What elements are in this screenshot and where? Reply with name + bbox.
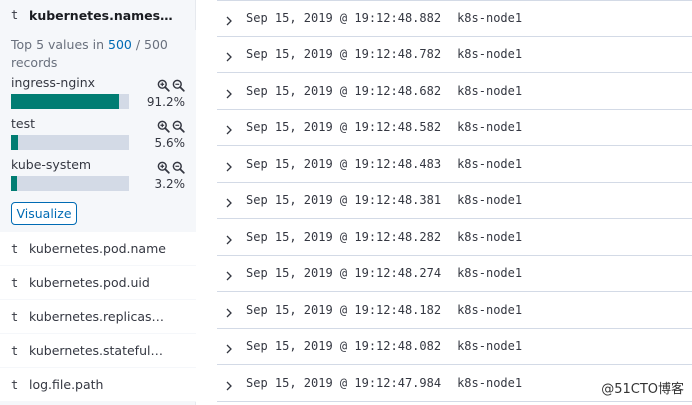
top-value-row: ingress-nginx 91.2%	[11, 75, 185, 113]
string-type-icon: t	[11, 309, 19, 324]
records-label: records	[11, 55, 58, 70]
chevron-right-icon[interactable]	[224, 377, 236, 391]
timestamp-cell: Sep 15, 2019 @ 19:12:48.274	[246, 266, 442, 281]
field-details-panel: Top 5 values in 500 / 500 records ingress…	[0, 30, 196, 232]
zoom-out-icon[interactable]	[172, 118, 185, 133]
value-percent: 3.2%	[154, 177, 186, 191]
table-row: Sep 15, 2019 @ 19:12:48.483 k8s-node1	[217, 146, 692, 183]
chevron-right-icon[interactable]	[224, 158, 236, 172]
timestamp-cell: Sep 15, 2019 @ 19:12:48.582	[246, 120, 442, 135]
value-percent: 91.2%	[146, 95, 185, 109]
host-cell: k8s-node1	[457, 339, 523, 354]
top-value-name: kube-system	[11, 157, 92, 172]
watermark: @51CTO博客	[599, 378, 686, 397]
sample-count: 500	[108, 37, 132, 52]
field-name: kubernetes.pod.name	[29, 241, 166, 256]
host-cell: k8s-node1	[457, 302, 523, 317]
value-progress-fill	[11, 135, 18, 150]
chevron-right-icon[interactable]	[224, 85, 236, 99]
field-list-item[interactable]: t log.file.path	[0, 368, 196, 402]
field-name: log.file.path	[29, 377, 104, 392]
timestamp-cell: Sep 15, 2019 @ 19:12:48.782	[246, 47, 442, 62]
table-row: Sep 15, 2019 @ 19:12:48.582 k8s-node1	[217, 110, 692, 146]
chevron-right-icon[interactable]	[224, 231, 236, 245]
chevron-right-icon[interactable]	[224, 267, 236, 281]
filter-icons	[157, 77, 185, 92]
field-list: t kubernetes.pod.name t kubernetes.pod.uid t…	[0, 232, 196, 402]
top-values-separator: /	[131, 37, 145, 52]
timestamp-cell: Sep 15, 2019 @ 19:12:48.082	[246, 339, 442, 354]
host-cell: k8s-node1	[457, 375, 523, 390]
timestamp-cell: Sep 15, 2019 @ 19:12:48.182	[246, 302, 442, 317]
filter-icons	[157, 159, 185, 174]
field-name: kubernetes.replicas…	[29, 309, 164, 324]
host-cell: k8s-node1	[457, 156, 523, 171]
field-list-item[interactable]: t kubernetes.replicas…	[0, 300, 196, 334]
field-list-item[interactable]: t kubernetes.pod.uid	[0, 266, 196, 300]
document-table: Sep 15, 2019 @ 19:12:48.882 k8s-node1 Sep …	[217, 0, 692, 405]
top-values-summary: Top 5 values in 500 / 500 records	[11, 36, 171, 72]
table-row: Sep 15, 2019 @ 19:12:48.682 k8s-node1	[217, 73, 692, 110]
zoom-out-icon[interactable]	[172, 77, 185, 92]
timestamp-cell: Sep 15, 2019 @ 19:12:48.381	[246, 193, 442, 208]
value-percent: 5.6%	[154, 136, 186, 150]
selected-field-header[interactable]: t kubernetes.names…	[0, 0, 195, 30]
top-value-name: ingress-nginx	[11, 75, 96, 90]
value-progress-bar	[11, 176, 129, 191]
table-row: Sep 15, 2019 @ 19:12:48.282 k8s-node1	[217, 219, 692, 256]
filter-icons	[157, 118, 185, 133]
visualize-button[interactable]: Visualize	[11, 202, 77, 225]
value-progress-bar	[11, 135, 129, 150]
value-progress-fill	[11, 94, 119, 109]
host-cell: k8s-node1	[457, 11, 523, 26]
table-row: Sep 15, 2019 @ 19:12:48.082 k8s-node1	[217, 329, 692, 365]
top-value-row: kube-system 3.2%	[11, 157, 185, 195]
timestamp-cell: Sep 15, 2019 @ 19:12:47.984	[246, 375, 442, 390]
timestamp-cell: Sep 15, 2019 @ 19:12:48.483	[246, 156, 442, 171]
host-cell: k8s-node1	[457, 266, 523, 281]
zoom-in-icon[interactable]	[157, 118, 170, 133]
host-cell: k8s-node1	[457, 47, 523, 62]
chevron-right-icon[interactable]	[224, 194, 236, 208]
top-value-name: test	[11, 116, 36, 131]
string-type-icon: t	[11, 8, 19, 22]
table-row: Sep 15, 2019 @ 19:12:48.274 k8s-node1	[217, 256, 692, 292]
zoom-in-icon[interactable]	[157, 77, 170, 92]
timestamp-cell: Sep 15, 2019 @ 19:12:48.282	[246, 229, 442, 244]
zoom-in-icon[interactable]	[157, 159, 170, 174]
selected-field-name[interactable]: kubernetes.names…	[29, 8, 173, 23]
chevron-right-icon[interactable]	[224, 121, 236, 135]
table-row: Sep 15, 2019 @ 19:12:48.782 k8s-node1	[217, 37, 692, 73]
chevron-right-icon[interactable]	[224, 12, 236, 26]
chevron-right-icon[interactable]	[224, 340, 236, 354]
chevron-right-icon[interactable]	[224, 48, 236, 62]
table-row: Sep 15, 2019 @ 19:12:48.182 k8s-node1	[217, 292, 692, 329]
table-row: Sep 15, 2019 @ 19:12:48.381 k8s-node1	[217, 183, 692, 219]
table-row: Sep 15, 2019 @ 19:12:48.882 k8s-node1	[217, 0, 692, 37]
total-count: 500	[144, 37, 168, 52]
top-value-row: test 5.6%	[11, 116, 185, 154]
string-type-icon: t	[11, 275, 19, 290]
string-type-icon: t	[11, 343, 19, 358]
chevron-right-icon[interactable]	[224, 304, 236, 318]
value-progress-fill	[11, 176, 17, 191]
timestamp-cell: Sep 15, 2019 @ 19:12:48.682	[246, 83, 442, 98]
top-values-prefix: Top 5 values in	[11, 37, 108, 52]
field-name: kubernetes.pod.uid	[29, 275, 150, 290]
host-cell: k8s-node1	[457, 83, 523, 98]
value-progress-bar	[11, 94, 129, 109]
string-type-icon: t	[11, 377, 19, 392]
string-type-icon: t	[11, 241, 19, 256]
field-list-item[interactable]: t kubernetes.stateful…	[0, 334, 196, 368]
host-cell: k8s-node1	[457, 193, 523, 208]
host-cell: k8s-node1	[457, 229, 523, 244]
zoom-out-icon[interactable]	[172, 159, 185, 174]
field-name: kubernetes.stateful…	[29, 343, 163, 358]
field-sidebar: t kubernetes.names… Top 5 values in 500 …	[0, 0, 196, 405]
timestamp-cell: Sep 15, 2019 @ 19:12:48.882	[246, 11, 442, 26]
field-list-item[interactable]: t kubernetes.pod.name	[0, 232, 196, 266]
host-cell: k8s-node1	[457, 120, 523, 135]
